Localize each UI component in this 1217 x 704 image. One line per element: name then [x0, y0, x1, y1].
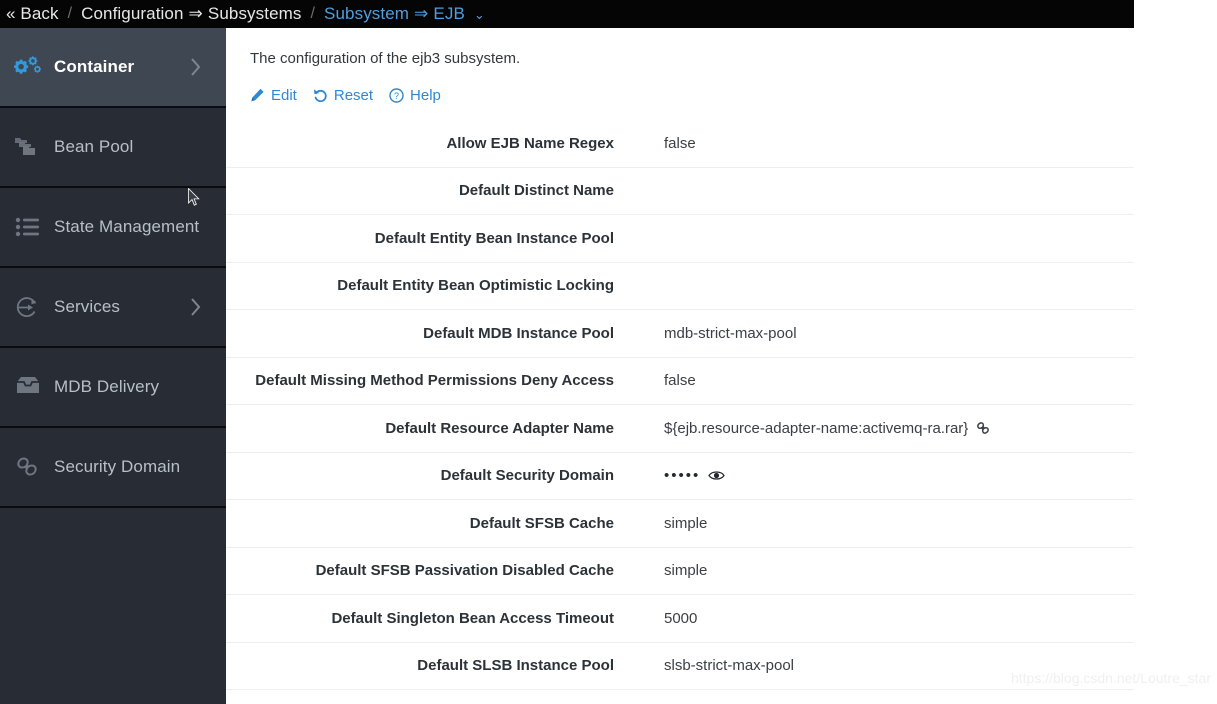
breadcrumb-ejb-label: EJB	[433, 4, 465, 23]
table-row: Default MDB Instance Pool mdb-strict-max…	[226, 310, 1134, 358]
attribute-value: false	[664, 134, 696, 152]
attribute-label: Default Entity Bean Instance Pool	[374, 229, 614, 247]
pencil-icon	[250, 88, 265, 103]
attribute-value: false	[664, 372, 696, 390]
undo-icon	[313, 88, 328, 103]
edit-label: Edit	[271, 87, 297, 104]
sidebar-item-services[interactable]: Services	[0, 268, 226, 348]
attribute-value-cell: mdb-strict-max-pool	[614, 325, 1134, 342]
sidebar-item-label: Bean Pool	[54, 137, 134, 156]
sidebar-item-label: MDB Delivery	[54, 377, 160, 396]
svg-text:?: ?	[394, 91, 399, 101]
attribute-label: Allow EJB Name Regex	[446, 134, 614, 152]
attribute-value-cell: ${ejb.resource-adapter-name:activemq-ra.…	[614, 420, 1134, 437]
attribute-value-cell: false	[614, 135, 1134, 152]
table-row: Default SFSB Cache simple	[226, 500, 1134, 548]
attribute-value: simple	[664, 562, 708, 580]
table-row: Default Resource Adapter Name ${ejb.reso…	[226, 405, 1134, 453]
table-row: Allow EJB Name Regex false	[226, 120, 1134, 168]
sidebar-item-label: Security Domain	[54, 457, 181, 476]
double-arrow-icon-2: ⇒	[414, 4, 429, 23]
sidebar-item-label: Services	[54, 297, 120, 316]
table-row: Default Security Domain •••••	[226, 453, 1134, 500]
attribute-value: ${ejb.resource-adapter-name:activemq-ra.…	[664, 419, 969, 437]
table-row: Default Entity Bean Optimistic Locking	[226, 263, 1134, 310]
table-row: Default Singleton Bean Access Timeout 50…	[226, 595, 1134, 643]
attribute-value: slsb-strict-max-pool	[664, 657, 795, 675]
eye-icon[interactable]	[708, 469, 725, 482]
sidebar-item-state-management[interactable]: State Management	[0, 188, 226, 268]
attribute-value: simple	[664, 514, 708, 532]
help-label: Help	[410, 87, 441, 104]
exchange-circle-icon	[8, 294, 48, 320]
watermark-text: https://blog.csdn.net/Loutre_star	[1010, 670, 1211, 686]
double-arrow-icon-1: ⇒	[188, 4, 203, 23]
table-row: Default Distinct Name	[226, 168, 1134, 215]
sidebar-item-mdb-delivery[interactable]: MDB Delivery	[0, 348, 226, 428]
attribute-label: Default MDB Instance Pool	[423, 324, 614, 342]
attribute-value-cell: false	[614, 372, 1134, 389]
attribute-value-cell: •••••	[614, 467, 1134, 484]
attribute-value: 5000	[664, 609, 698, 627]
attribute-label: Default SFSB Cache	[469, 514, 614, 532]
action-toolbar: Edit Reset ? Help	[226, 67, 1217, 104]
breadcrumb-configuration-label: Configuration	[81, 4, 184, 23]
attribute-value-cell: simple	[614, 515, 1134, 532]
masked-value: •••••	[664, 467, 701, 485]
attribute-label: Default Missing Method Permissions Deny …	[255, 372, 614, 390]
sidebar-item-container[interactable]: Container	[0, 28, 226, 108]
link-chain-icon	[8, 454, 48, 480]
attribute-value-cell: simple	[614, 562, 1134, 579]
question-circle-icon: ?	[389, 88, 404, 103]
attribute-value-cell: 5000	[614, 610, 1134, 627]
app-root: « Back / Configuration ⇒ Subsystems / Su…	[0, 0, 1217, 704]
breadcrumb-subsystems-label: Subsystems	[207, 4, 302, 23]
attribute-label: Default Distinct Name	[458, 182, 614, 200]
sidebar-empty-area	[0, 508, 226, 704]
table-row: Default SFSB Passivation Disabled Cache …	[226, 548, 1134, 595]
back-button[interactable]: « Back	[6, 4, 59, 24]
help-button[interactable]: ? Help	[389, 87, 441, 104]
inbox-icon	[8, 374, 48, 400]
breadcrumb-subsystem-ejb[interactable]: Subsystem ⇒ EJB	[324, 4, 465, 24]
sidebar-item-bean-pool[interactable]: Bean Pool	[0, 108, 226, 188]
reset-label: Reset	[333, 87, 374, 104]
cogs-icon	[8, 54, 48, 80]
attribute-value: mdb-strict-max-pool	[664, 324, 797, 342]
breadcrumb-subsystem-label: Subsystem	[324, 4, 410, 23]
breadcrumb-configuration[interactable]: Configuration ⇒ Subsystems	[81, 4, 301, 24]
attributes-table: Allow EJB Name Regex false Default Disti…	[226, 120, 1134, 690]
attribute-label: Default SFSB Passivation Disabled Cache	[315, 562, 614, 580]
folders-icon	[8, 134, 48, 160]
chevron-right-icon	[190, 297, 202, 317]
attribute-label: Default Resource Adapter Name	[385, 419, 614, 437]
attribute-label: Default Entity Bean Optimistic Locking	[337, 277, 614, 295]
sidebar: Container Bean Pool State Management Ser…	[0, 28, 226, 704]
main-content: The configuration of the ejb3 subsystem.…	[226, 28, 1217, 704]
table-row: Default Entity Bean Instance Pool	[226, 215, 1134, 263]
breadcrumb-separator-2: /	[310, 5, 316, 22]
attribute-label: Default Security Domain	[440, 467, 614, 485]
breadcrumb-separator-1: /	[67, 5, 73, 22]
attribute-label: Default SLSB Instance Pool	[417, 657, 614, 675]
sidebar-item-security-domain[interactable]: Security Domain	[0, 428, 226, 508]
attribute-label: Default Singleton Bean Access Timeout	[331, 609, 614, 627]
sidebar-item-label: State Management	[54, 217, 200, 236]
reset-button[interactable]: Reset	[313, 87, 373, 104]
breadcrumb-bar: « Back / Configuration ⇒ Subsystems / Su…	[0, 0, 1134, 28]
subsystem-description: The configuration of the ejb3 subsystem.	[250, 50, 521, 67]
sidebar-item-label: Container	[54, 57, 135, 76]
list-icon	[8, 214, 48, 240]
table-row: Default Missing Method Permissions Deny …	[226, 358, 1134, 405]
link-icon[interactable]	[976, 421, 990, 435]
chevron-right-icon	[190, 57, 202, 77]
edit-button[interactable]: Edit	[250, 87, 297, 104]
table-row: Default SLSB Instance Pool slsb-strict-m…	[226, 643, 1134, 690]
chevron-down-icon[interactable]: ⌄	[474, 7, 485, 23]
